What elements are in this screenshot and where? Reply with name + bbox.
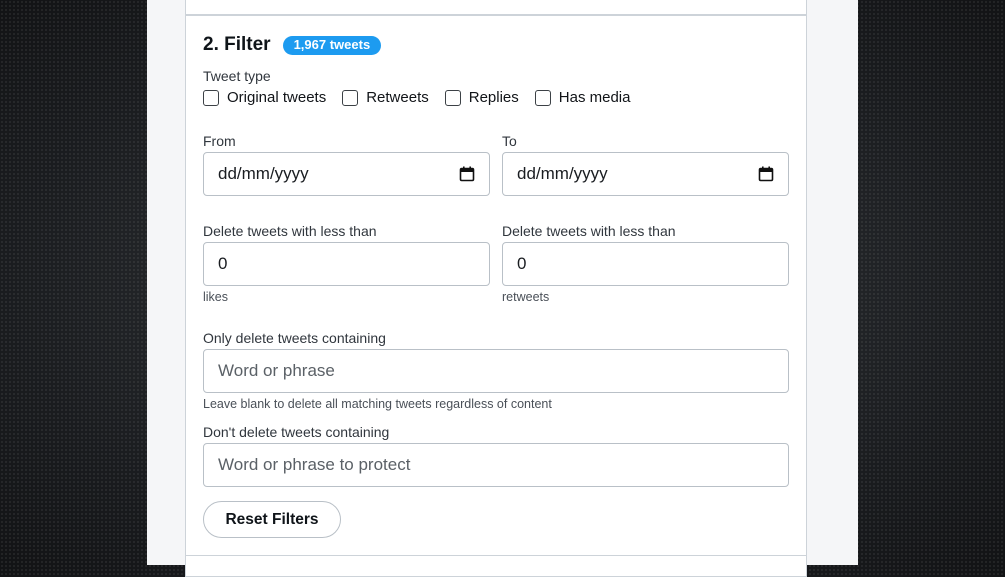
checkbox-replies[interactable]: Replies (444, 89, 519, 106)
min-likes-label: Delete tweets with less than (203, 223, 377, 239)
checkbox-original-tweets-label: Original tweets (227, 89, 327, 106)
calendar-icon[interactable] (758, 166, 774, 182)
next-section-card (185, 555, 807, 577)
min-retweets-label: Delete tweets with less than (502, 223, 676, 239)
include-keywords-hint: Leave blank to delete all matching tweet… (203, 397, 552, 411)
from-date-input[interactable]: dd/mm/yyyy (203, 152, 490, 196)
checkbox-retweets[interactable]: Retweets (342, 89, 429, 106)
checkbox-replies-box[interactable] (444, 89, 461, 106)
previous-section-card (185, 0, 807, 15)
exclude-keywords-placeholder: Word or phrase to protect (218, 455, 411, 474)
filter-section-card: 2. Filter 1,967 tweets Tweet type Origin… (185, 15, 807, 556)
checkbox-replies-label: Replies (468, 89, 519, 106)
include-keywords-input[interactable]: Word or phrase (203, 349, 789, 393)
min-likes-input[interactable]: 0 (203, 242, 490, 286)
section-title: 2. Filter (203, 34, 271, 55)
checkbox-retweets-box[interactable] (342, 89, 359, 106)
to-date-value: dd/mm/yyyy (517, 164, 608, 183)
likes-unit-label: likes (203, 290, 229, 304)
to-date-input[interactable]: dd/mm/yyyy (502, 152, 789, 196)
min-likes-value: 0 (218, 254, 228, 273)
include-keywords-label: Only delete tweets containing (203, 330, 386, 346)
from-date-value: dd/mm/yyyy (218, 164, 309, 183)
checkbox-original-tweets-box[interactable] (203, 89, 219, 106)
min-retweets-input[interactable]: 0 (502, 242, 789, 286)
min-retweets-value: 0 (517, 254, 527, 273)
checkbox-has-media-box[interactable] (534, 89, 551, 106)
tweet-type-label: Tweet type (203, 68, 271, 84)
tweet-type-options: Original tweets Retweets Replies Has med… (203, 89, 646, 106)
section-header: 2. Filter 1,967 tweets (203, 34, 382, 56)
checkbox-original-tweets[interactable]: Original tweets (203, 89, 326, 106)
settings-page: 2. Filter 1,967 tweets Tweet type Origin… (147, 0, 858, 577)
checkbox-has-media[interactable]: Has media (534, 89, 631, 106)
exclude-keywords-input[interactable]: Word or phrase to protect (203, 443, 789, 487)
from-date-label: From (203, 133, 236, 149)
tweet-count-badge: 1,967 tweets (282, 35, 382, 55)
include-keywords-placeholder: Word or phrase (218, 361, 335, 380)
calendar-icon[interactable] (459, 166, 475, 182)
exclude-keywords-label: Don't delete tweets containing (203, 424, 390, 440)
retweets-unit-label: retweets (502, 290, 550, 304)
checkbox-retweets-label: Retweets (366, 89, 429, 106)
to-date-label: To (502, 133, 517, 149)
checkbox-has-media-label: Has media (558, 89, 631, 106)
reset-filters-button[interactable]: Reset Filters (203, 501, 341, 538)
